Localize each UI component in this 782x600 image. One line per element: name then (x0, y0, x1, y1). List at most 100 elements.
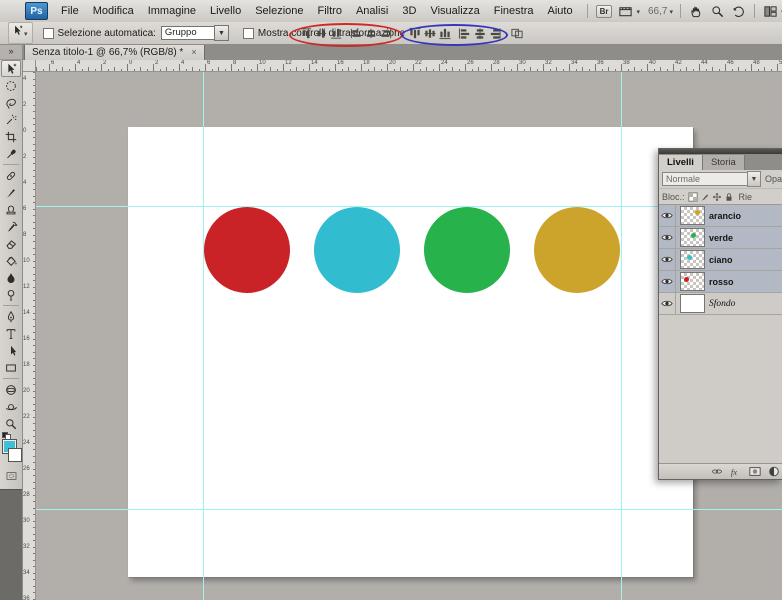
layer-thumbnail[interactable] (680, 250, 705, 269)
layer-style-icon[interactable]: fx (730, 466, 742, 478)
align-vertical-centers-icon[interactable] (313, 25, 328, 41)
document-tab[interactable]: Senza titolo-1 @ 66,7% (RGB/8) * × (24, 44, 205, 60)
show-transform-checkbox[interactable] (243, 28, 254, 39)
arrange-documents-icon[interactable] (762, 3, 779, 19)
lock-transparent-icon[interactable] (687, 191, 699, 203)
horizontal-ruler[interactable]: 6420246810121416182022242628303234363840… (35, 60, 782, 72)
3d-rotate-tool[interactable] (1, 381, 21, 398)
quick-mask-button[interactable] (1, 469, 21, 483)
lock-all-icon[interactable] (723, 191, 735, 203)
tool-preset-picker[interactable]: ▾ (8, 22, 33, 44)
spot-healing-brush-tool[interactable] (1, 167, 21, 184)
distribute-horizontal-centers-icon[interactable] (472, 25, 487, 41)
close-icon[interactable]: × (191, 48, 196, 57)
toolbar-collapse-button[interactable]: » (0, 44, 22, 60)
distribute-vertical-centers-icon[interactable] (422, 25, 437, 41)
tab-storia[interactable]: Storia (703, 155, 745, 170)
menu-analisi[interactable]: Analisi (349, 5, 395, 17)
menu-livello[interactable]: Livello (203, 5, 248, 17)
menu-aiuto[interactable]: Aiuto (541, 5, 580, 17)
layer-thumbnail[interactable] (680, 228, 705, 247)
menu-filtro[interactable]: Filtro (311, 5, 349, 17)
type-tool[interactable] (1, 325, 21, 342)
crop-tool[interactable] (1, 128, 21, 145)
auto-select-checkbox[interactable] (43, 28, 54, 39)
menu-immagine[interactable]: Immagine (141, 5, 203, 17)
shape-tool[interactable] (1, 359, 21, 376)
dodge-tool[interactable] (1, 286, 21, 303)
quick-selection-tool[interactable] (1, 111, 21, 128)
layer-thumbnail[interactable] (680, 206, 705, 225)
menu-file[interactable]: File (54, 5, 86, 17)
blend-mode-dropdown[interactable]: Normale ▼ (662, 171, 761, 187)
launch-bridge-icon[interactable] (617, 3, 634, 19)
menu-finestra[interactable]: Finestra (487, 5, 541, 17)
fill-label: Rie (739, 192, 753, 202)
adjustment-layer-icon[interactable] (768, 466, 780, 478)
layer-row-arancio[interactable]: arancio (659, 205, 782, 227)
clone-stamp-tool[interactable] (1, 201, 21, 218)
menu-visualizza[interactable]: Visualizza (423, 5, 486, 17)
layer-mask-icon[interactable] (749, 466, 761, 478)
photoshop-logo[interactable]: Ps (25, 2, 48, 20)
brush-tool[interactable] (1, 184, 21, 201)
menu-selezione[interactable]: Selezione (248, 5, 310, 17)
3d-orbit-tool[interactable] (1, 398, 21, 415)
zoom-tool[interactable] (1, 415, 21, 432)
distribute-top-edges-icon[interactable] (407, 25, 422, 41)
auto-align-layers-icon[interactable] (509, 25, 524, 41)
zoom-tool-icon[interactable] (709, 3, 726, 19)
align-bottom-edges-icon[interactable] (328, 25, 343, 41)
auto-select-dropdown[interactable]: Gruppo ▼ (161, 25, 229, 41)
guide-horizontal[interactable] (35, 509, 782, 510)
layer-visibility-eye-icon[interactable] (659, 293, 676, 314)
lasso-tool[interactable] (1, 94, 21, 111)
layer-visibility-eye-icon[interactable] (659, 205, 676, 226)
blur-tool[interactable] (1, 269, 21, 286)
link-layers-icon[interactable] (711, 466, 723, 478)
align-top-edges-icon[interactable] (298, 25, 313, 41)
layer-content-dot (695, 210, 700, 215)
layer-row-verde[interactable]: verde (659, 227, 782, 249)
lock-paint-icon[interactable] (699, 191, 711, 203)
lock-move-icon[interactable] (711, 191, 723, 203)
menu-3d[interactable]: 3D (395, 5, 423, 17)
layer-row-ciano[interactable]: ciano (659, 249, 782, 271)
options-bar: ▾ Selezione automatica: Gruppo ▼ Mostra … (0, 22, 782, 45)
align-left-edges-icon[interactable] (348, 25, 363, 41)
document-tab-bar: Senza titolo-1 @ 66,7% (RGB/8) * × (22, 44, 782, 60)
hand-tool-icon[interactable] (688, 3, 705, 19)
eyedropper-tool[interactable] (1, 145, 21, 162)
paint-bucket-tool[interactable] (1, 252, 21, 269)
distribute-right-edges-icon[interactable] (487, 25, 502, 41)
distribute-bottom-edges-icon[interactable] (437, 25, 452, 41)
layer-row-rosso[interactable]: rosso (659, 271, 782, 293)
pen-tool[interactable] (1, 308, 21, 325)
vertical-ruler[interactable]: 42024681012141618202224262830323436 (22, 71, 36, 600)
elliptical-marquee-tool[interactable] (1, 77, 21, 94)
layer-visibility-eye-icon[interactable] (659, 249, 676, 270)
layer-thumbnail[interactable] (680, 272, 705, 291)
background-color-swatch[interactable] (8, 448, 22, 462)
layer-row-sfondo[interactable]: Sfondo (659, 293, 782, 315)
lock-row: Bloc.: Rie (659, 189, 782, 205)
guide-vertical[interactable] (621, 60, 622, 600)
path-selection-tool[interactable] (1, 342, 21, 359)
align-right-edges-icon[interactable] (378, 25, 393, 41)
tab-livelli[interactable]: Livelli (659, 155, 703, 170)
layer-thumbnail[interactable] (680, 294, 705, 313)
move-tool[interactable] (1, 60, 21, 77)
history-brush-tool[interactable] (1, 218, 21, 235)
distribute-left-edges-icon[interactable] (457, 25, 472, 41)
menu-modifica[interactable]: Modifica (86, 5, 141, 17)
bridge-button[interactable]: Br (596, 5, 613, 18)
eraser-tool[interactable] (1, 235, 21, 252)
rotate-view-icon[interactable] (730, 3, 747, 19)
align-horizontal-centers-icon[interactable] (363, 25, 378, 41)
ruler-corner[interactable] (22, 60, 36, 72)
layer-visibility-eye-icon[interactable] (659, 271, 676, 292)
layer-visibility-eye-icon[interactable] (659, 227, 676, 248)
zoom-level[interactable]: 66,7 (648, 6, 667, 17)
default-colors-icon[interactable] (2, 432, 10, 439)
guide-vertical[interactable] (203, 60, 204, 600)
